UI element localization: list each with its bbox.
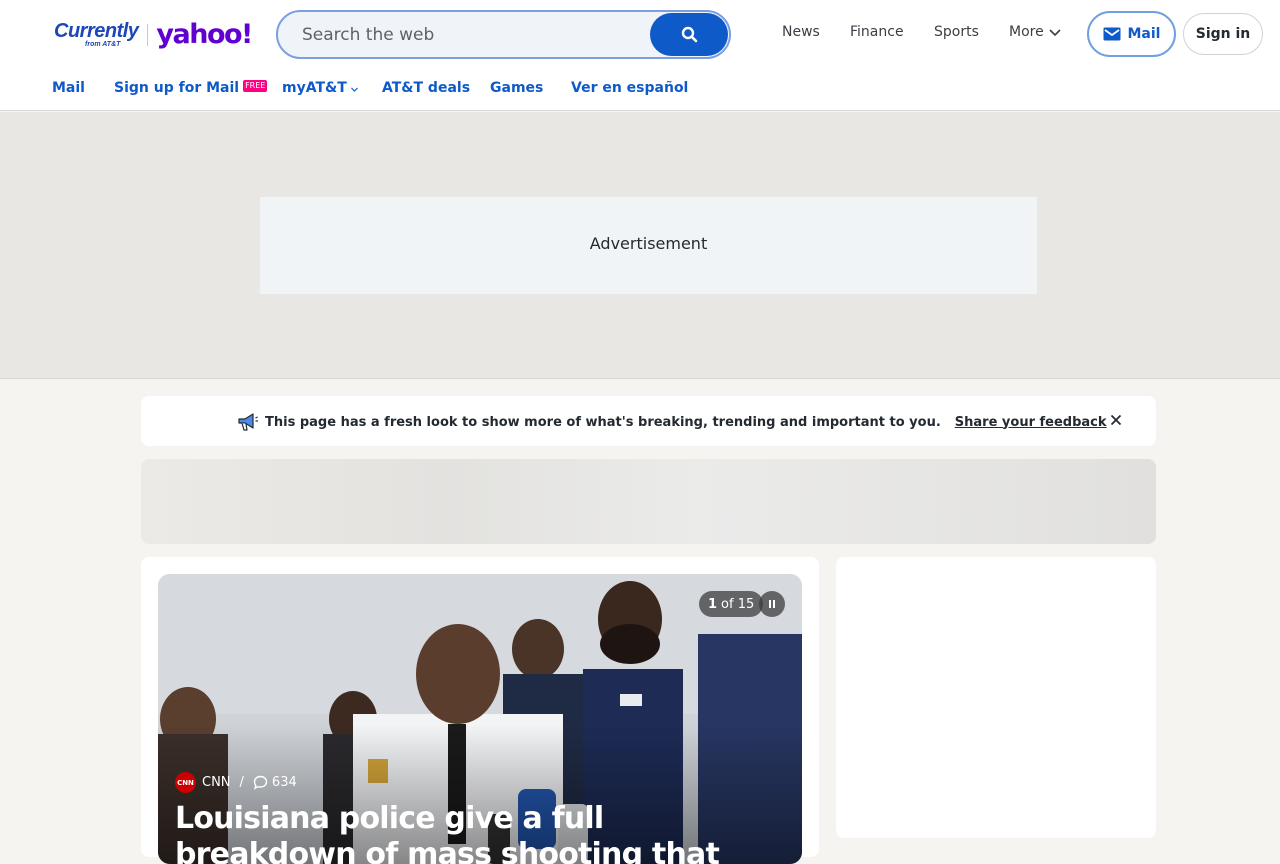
advertisement-label: Advertisement [589, 234, 708, 253]
search-input[interactable] [278, 12, 650, 57]
search-icon [681, 26, 697, 43]
logo-divider [147, 24, 149, 46]
sign-in-label: Sign in [1195, 26, 1251, 42]
top-story-card: 1 of 15 CNN CNN / 634 Louisiana police g… [141, 557, 819, 864]
comment-count[interactable]: 634 [253, 775, 297, 790]
nav-more-label: More [1009, 24, 1044, 40]
currently-logo-text: Currently [54, 20, 139, 42]
side-panel [836, 557, 1156, 838]
subnav-deals-link[interactable]: AT&T deals [382, 80, 470, 96]
free-badge: FREE [243, 80, 268, 92]
chevron-down-icon [1049, 29, 1061, 37]
subnav-signup-label: Sign up for Mail [114, 80, 240, 96]
mail-button[interactable]: Mail [1087, 11, 1176, 57]
currently-logo: Currently from AT&T [54, 20, 139, 49]
sign-in-button[interactable]: Sign in [1183, 13, 1263, 55]
subnav-myatt-label: myAT&T [282, 80, 347, 96]
yahoo-logo-text: yahoo! [156, 19, 253, 50]
subnav-myatt-menu[interactable]: myAT&T [282, 80, 359, 96]
nav-more-menu[interactable]: More [1009, 24, 1062, 40]
hero-story[interactable]: 1 of 15 CNN CNN / 634 Louisiana police g… [158, 574, 802, 864]
pause-icon [769, 600, 775, 608]
chevron-down-icon [350, 87, 358, 92]
loading-placeholder [141, 459, 1156, 544]
cnn-logo-icon: CNN [175, 772, 196, 793]
notice-message: This page has a fresh look to show more … [265, 414, 941, 430]
subnav-espanol-link[interactable]: Ver en español [571, 80, 688, 96]
advertisement-slot[interactable]: Advertisement [260, 197, 1037, 294]
source-separator: / [239, 775, 244, 790]
site-header: Currently from AT&T yahoo! News Finance … [0, 0, 1280, 111]
pause-slideshow-button[interactable] [759, 591, 785, 617]
nav-finance-link[interactable]: Finance [850, 24, 904, 40]
slide-current: 1 [708, 596, 718, 612]
ad-banner-region: Advertisement [0, 112, 1280, 379]
search-bar [276, 10, 731, 59]
close-icon [1110, 414, 1122, 426]
megaphone-icon [238, 413, 258, 431]
nav-news-link[interactable]: News [782, 24, 820, 40]
nav-sports-link[interactable]: Sports [934, 24, 979, 40]
logo[interactable]: Currently from AT&T yahoo! [54, 18, 253, 52]
slide-total: of 15 [721, 596, 755, 612]
currently-logo-subtext: from AT&T [85, 41, 121, 48]
comment-bubble-icon [253, 775, 268, 790]
mail-button-label: Mail [1127, 26, 1161, 42]
envelope-icon [1103, 27, 1120, 41]
close-notice-button[interactable] [1106, 410, 1126, 430]
slide-counter: 1 of 15 [699, 591, 764, 617]
subnav-games-link[interactable]: Games [490, 80, 543, 96]
story-headline[interactable]: Louisiana police give a full breakdown o… [175, 801, 775, 864]
subnav-signup-link[interactable]: Sign up for Mail FREE [114, 80, 268, 96]
notice-content: This page has a fresh look to show more … [237, 412, 1107, 432]
feedback-notice: This page has a fresh look to show more … [141, 396, 1156, 446]
subnav-mail-link[interactable]: Mail [52, 80, 85, 96]
story-source-row: CNN CNN / 634 [175, 772, 297, 793]
search-button[interactable] [650, 13, 728, 56]
story-source-name: CNN [202, 775, 231, 790]
share-feedback-link[interactable]: Share your feedback [955, 415, 1107, 430]
comment-count-value: 634 [271, 775, 297, 790]
